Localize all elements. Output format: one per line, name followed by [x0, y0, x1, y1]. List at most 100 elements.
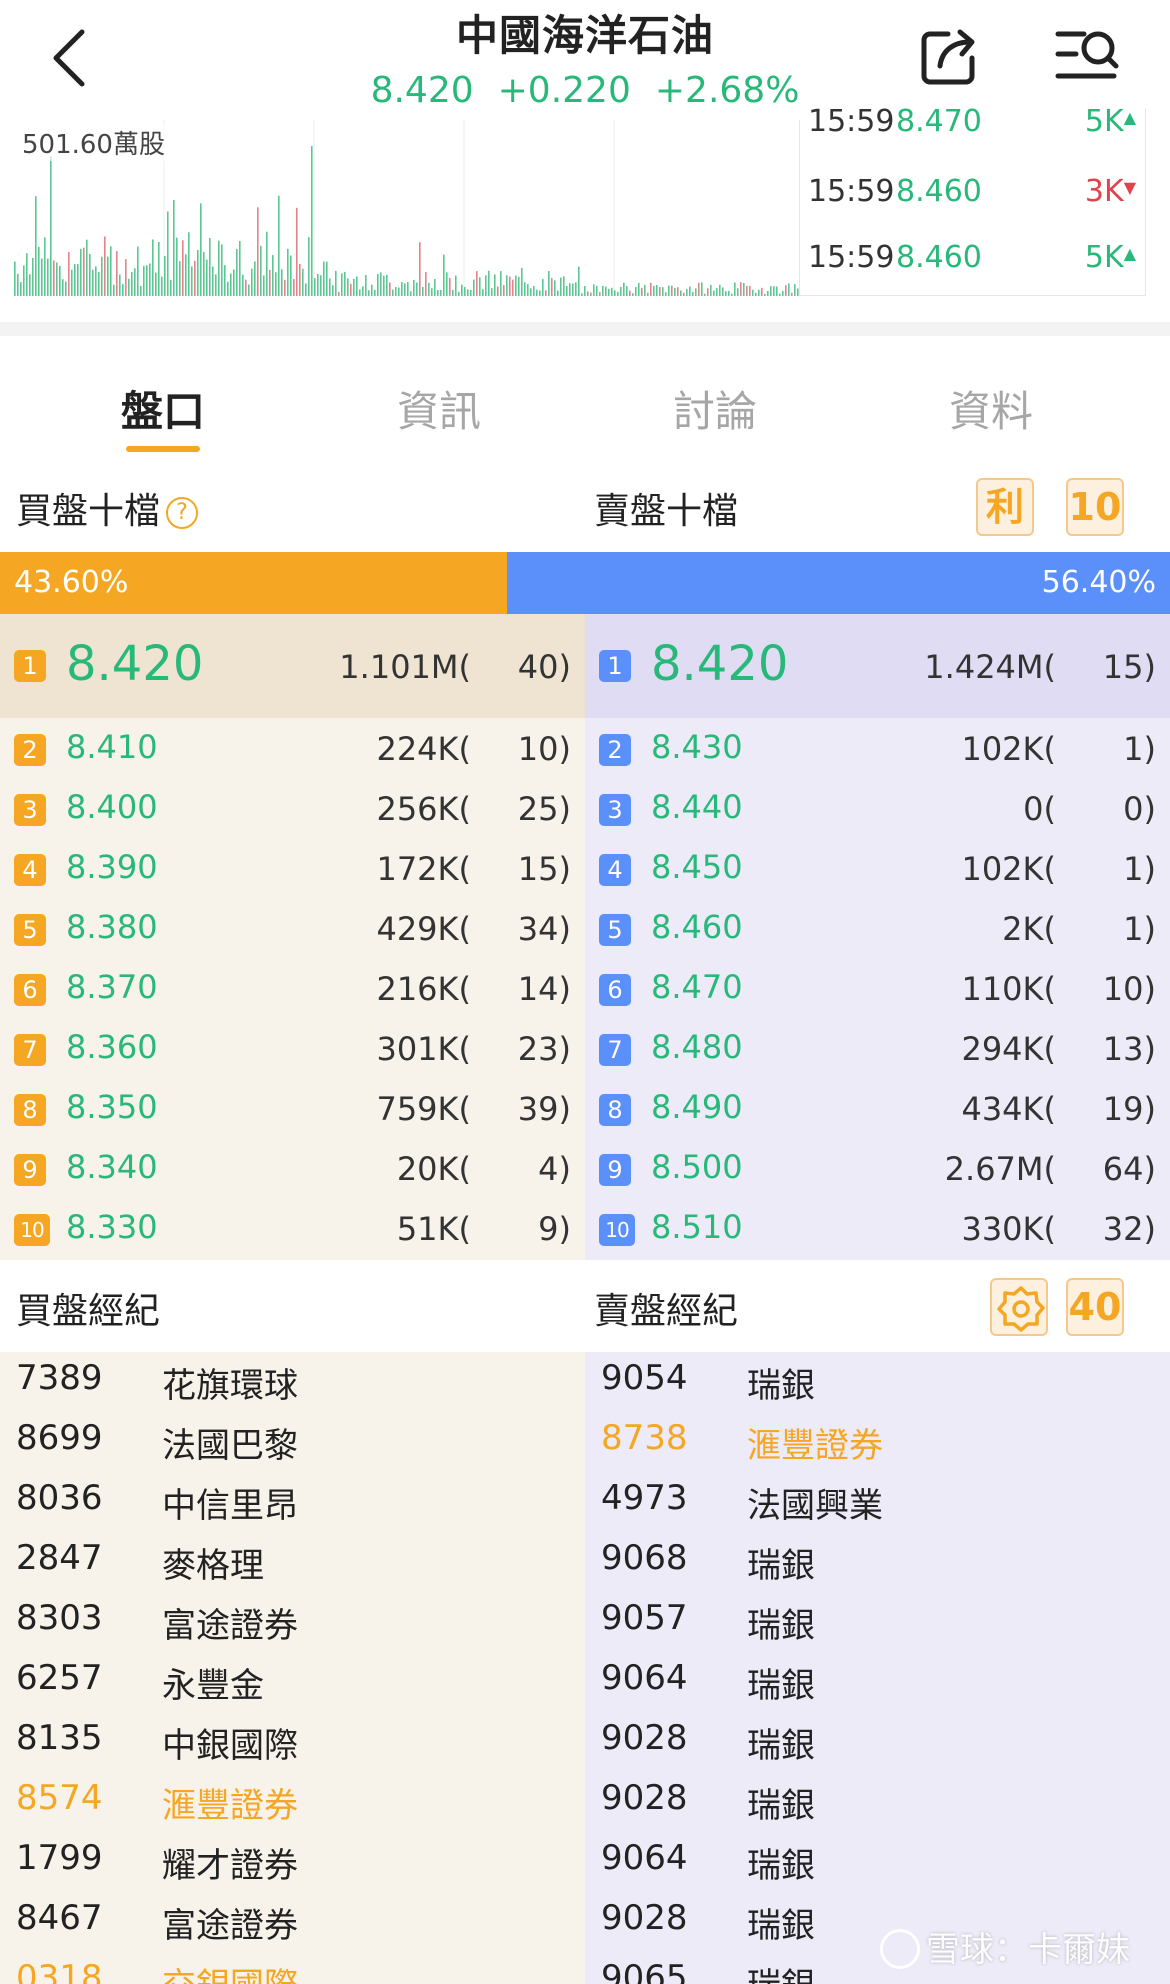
- level-price: 8.390: [66, 848, 158, 886]
- orderbook-header: 買盤十檔? 賣盤十檔 利 10: [0, 460, 1170, 552]
- volume-bar: [80, 248, 82, 296]
- volume-bar: [470, 289, 472, 296]
- broker-code: 2847: [16, 1538, 103, 1578]
- volume-bar: [764, 293, 766, 296]
- ask-level-row[interactable]: 4 8.450 102K(1): [585, 840, 1170, 900]
- ask-level-row[interactable]: 10 8.510 330K(32): [585, 1200, 1170, 1260]
- levels-button[interactable]: 10: [1066, 478, 1124, 536]
- volume-bar: [785, 285, 787, 296]
- level-order-count: 1): [1123, 730, 1156, 768]
- question-icon[interactable]: ?: [166, 497, 199, 529]
- broker-code: 8135: [16, 1718, 103, 1758]
- ask-broker-row[interactable]: 9068 瑞銀: [585, 1530, 1170, 1590]
- tab-orderbook[interactable]: 盤口: [88, 378, 238, 439]
- volume-bar: [761, 287, 763, 296]
- ask-level-row[interactable]: 6 8.470 110K(10): [585, 960, 1170, 1020]
- broker-name: 中信里昂: [162, 1486, 298, 1526]
- bid-broker-row[interactable]: 7389 花旗環球: [0, 1352, 585, 1410]
- bid-level-row[interactable]: 3 8.400 256K(25): [0, 780, 585, 840]
- volume-bar: [791, 292, 793, 296]
- volume-bar: [359, 289, 361, 296]
- last-price: 8.420: [370, 70, 474, 111]
- bid-level-row[interactable]: 10 8.330 51K(9): [0, 1200, 585, 1260]
- ask-level-row[interactable]: 7 8.480 294K(13): [585, 1020, 1170, 1080]
- volume-bar: [665, 292, 667, 296]
- volume-bar: [305, 283, 307, 296]
- volume-bar: [413, 279, 415, 296]
- bid-level-row[interactable]: 1 8.420 1.101M(40): [0, 614, 585, 718]
- tab-discussion[interactable]: 討論: [640, 378, 790, 439]
- bid-level-row[interactable]: 6 8.370 216K(14): [0, 960, 585, 1020]
- volume-bar: [776, 286, 778, 296]
- volume-bar: [389, 282, 391, 296]
- volume-bar: [158, 241, 160, 296]
- bid-level-row[interactable]: 8 8.350 759K(39): [0, 1080, 585, 1140]
- bid-broker-row[interactable]: 8699 法國巴黎: [0, 1410, 585, 1470]
- bid-broker-row[interactable]: 8036 中信里昂: [0, 1470, 585, 1530]
- ask-level-row[interactable]: 9 8.500 2.67M(64): [585, 1140, 1170, 1200]
- ask-broker-row[interactable]: 9064 瑞銀: [585, 1650, 1170, 1710]
- tab-profile[interactable]: 資料: [916, 378, 1066, 439]
- share-icon[interactable]: [918, 26, 980, 88]
- ask-broker-row[interactable]: 9064 瑞銀: [585, 1830, 1170, 1890]
- level-order-count: 13): [1102, 1030, 1156, 1068]
- broker-settings-button[interactable]: [990, 1278, 1048, 1336]
- bid-level-row[interactable]: 7 8.360 301K(23): [0, 1020, 585, 1080]
- volume-bar: [227, 281, 229, 296]
- volume-bar: [653, 285, 655, 296]
- ask-broker-row[interactable]: 9057 瑞銀: [585, 1590, 1170, 1650]
- ask-broker-row[interactable]: 9028 瑞銀: [585, 1770, 1170, 1830]
- level-badge: 6: [14, 974, 46, 1006]
- bid-broker-row[interactable]: 6257 永豐金: [0, 1650, 585, 1710]
- volume-bar: [335, 270, 337, 296]
- ask-broker-row[interactable]: 9028 瑞銀: [585, 1710, 1170, 1770]
- broker-code: 9028: [601, 1718, 688, 1758]
- volume-bar: [149, 263, 151, 296]
- level-badge: 6: [599, 974, 631, 1006]
- bid-broker-row[interactable]: 1799 耀才證券: [0, 1830, 585, 1890]
- broker-count-button[interactable]: 40: [1066, 1278, 1124, 1336]
- volume-bar: [671, 285, 673, 296]
- bid-broker-row[interactable]: 2847 麥格理: [0, 1530, 585, 1590]
- volume-bar: [242, 274, 244, 296]
- bid-level-row[interactable]: 9 8.340 20K(4): [0, 1140, 585, 1200]
- ask-level-row[interactable]: 3 8.440 0(0): [585, 780, 1170, 840]
- ask-level-row[interactable]: 1 8.420 1.424M(15): [585, 614, 1170, 718]
- bid-broker-row[interactable]: 8135 中銀國際: [0, 1710, 585, 1770]
- tick-row: 15:59 8.460 3K▼: [808, 174, 1144, 214]
- bid-level-row[interactable]: 4 8.390 172K(15): [0, 840, 585, 900]
- volume-bar: [446, 272, 448, 296]
- volume-bar: [56, 262, 58, 296]
- ask-level-row[interactable]: 2 8.430 102K(1): [585, 720, 1170, 780]
- volume-bar: [89, 253, 91, 296]
- ask-level-row[interactable]: 5 8.460 2K(1): [585, 900, 1170, 960]
- volume-bar: [155, 272, 157, 296]
- volume-bar: [365, 275, 367, 296]
- volume-bar: [596, 285, 598, 296]
- volume-bar: [584, 286, 586, 296]
- volume-bar: [47, 258, 49, 296]
- bid-broker-row[interactable]: 8303 富途證券: [0, 1590, 585, 1650]
- volume-bar: [281, 269, 283, 296]
- volume-bar: [692, 291, 694, 296]
- tab-news[interactable]: 資訊: [364, 378, 514, 439]
- bid-broker-row[interactable]: 8574 滙豐證券: [0, 1770, 585, 1830]
- price-change: +0.220: [497, 70, 631, 111]
- volume-bar: [467, 289, 469, 296]
- ask-broker-row[interactable]: 4973 法國興業: [585, 1470, 1170, 1530]
- bid-broker-row[interactable]: 8467 富途證券: [0, 1890, 585, 1950]
- volume-bar: [641, 287, 643, 296]
- tick-time: 15:59: [808, 174, 895, 209]
- ask-broker-row[interactable]: 9054 瑞銀: [585, 1352, 1170, 1410]
- search-list-icon[interactable]: [1054, 26, 1120, 86]
- profit-button[interactable]: 利: [976, 478, 1034, 536]
- ask-broker-row[interactable]: 8738 滙豐證券: [585, 1410, 1170, 1470]
- bid-level-row[interactable]: 5 8.380 429K(34): [0, 900, 585, 960]
- broker-name: 富途證券: [162, 1906, 298, 1946]
- bid-level-row[interactable]: 2 8.410 224K(10): [0, 720, 585, 780]
- volume-bar: [299, 263, 301, 296]
- level-volume: 429K(: [376, 910, 471, 948]
- volume-bar: [563, 276, 565, 296]
- ask-level-row[interactable]: 8 8.490 434K(19): [585, 1080, 1170, 1140]
- bid-broker-row[interactable]: 0318 交銀國際: [0, 1950, 585, 1984]
